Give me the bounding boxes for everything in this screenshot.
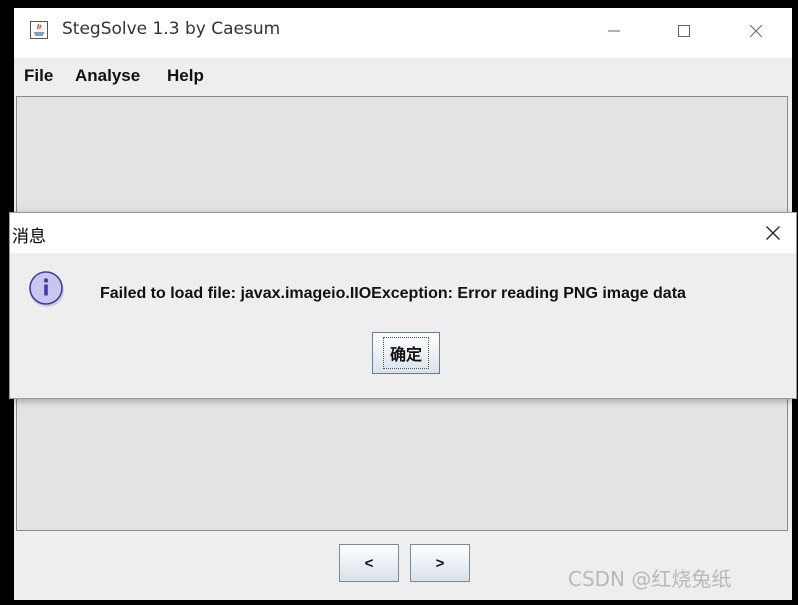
dialog-close-button[interactable] (758, 219, 788, 247)
ok-button[interactable]: 确定 (372, 332, 440, 374)
menu-file[interactable]: File (24, 66, 53, 86)
menu-analyse[interactable]: Analyse (75, 66, 140, 86)
watermark: CSDN @红烧兔纸 (568, 567, 732, 591)
next-button[interactable]: > (410, 544, 470, 582)
dialog-title: 消息 (12, 227, 46, 247)
menubar: File Analyse Help (14, 58, 792, 94)
bottom-navigation-bar: < > CSDN @红烧兔纸 (14, 532, 792, 600)
window-title: StegSolve 1.3 by Caesum (62, 19, 281, 39)
dialog-titlebar[interactable]: 消息 (10, 213, 796, 253)
maximize-button[interactable] (664, 16, 704, 46)
close-button[interactable] (736, 16, 776, 46)
close-icon (749, 24, 763, 38)
maximize-icon (678, 25, 690, 37)
message-dialog: 消息 Failed to load file: javax.imageio.II… (10, 213, 796, 398)
previous-button[interactable]: < (339, 544, 399, 582)
minimize-icon (608, 30, 620, 32)
menu-help[interactable]: Help (167, 66, 204, 86)
java-app-icon (30, 21, 48, 39)
ok-button-label: 确定 (382, 337, 429, 369)
dialog-message: Failed to load file: javax.imageio.IIOEx… (100, 285, 686, 302)
minimize-button[interactable] (594, 16, 634, 46)
window-titlebar[interactable]: StegSolve 1.3 by Caesum (14, 8, 792, 58)
close-icon (766, 226, 780, 240)
info-icon (29, 271, 64, 307)
